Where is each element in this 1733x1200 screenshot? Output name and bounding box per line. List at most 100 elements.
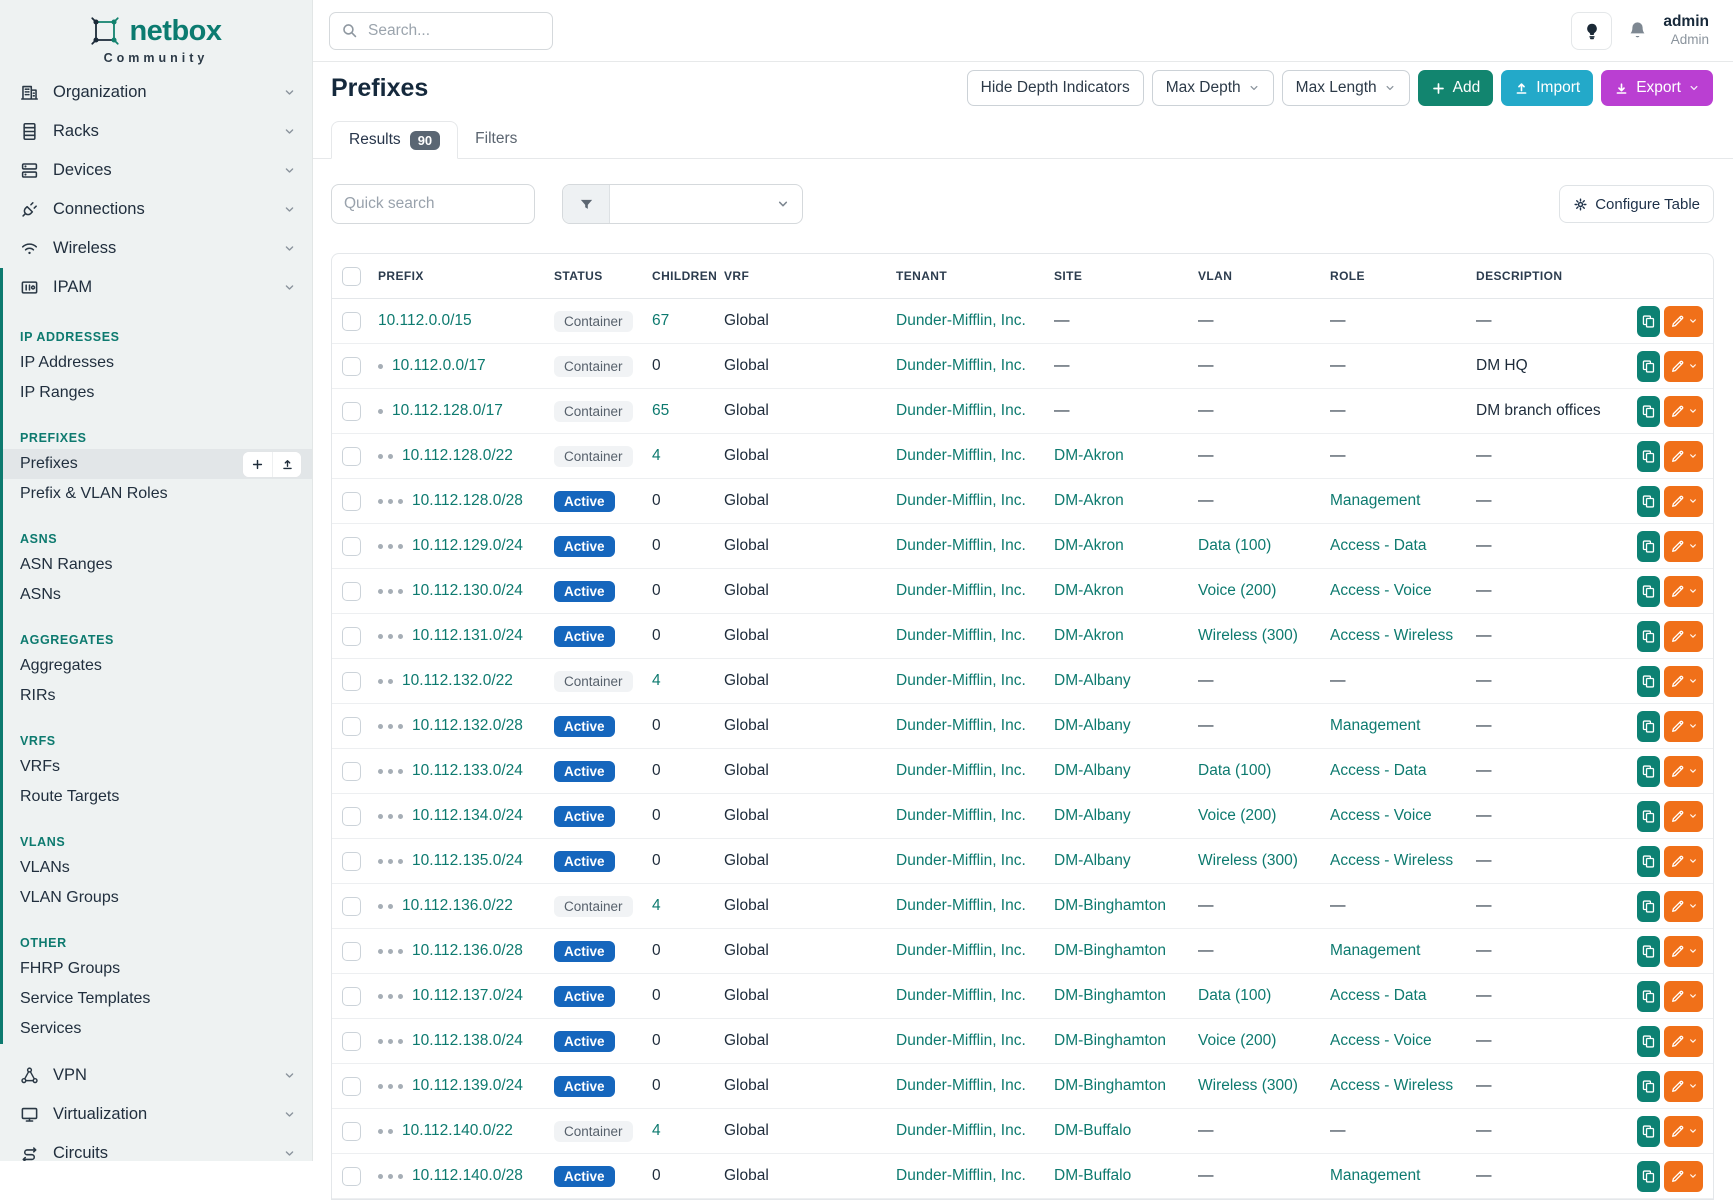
clone-button[interactable]	[1637, 846, 1660, 877]
column-header-status[interactable]: STATUS	[546, 269, 644, 283]
role-value[interactable]: Access - Wireless	[1330, 852, 1453, 869]
edit-button[interactable]	[1664, 1071, 1703, 1102]
tenant-link[interactable]: Dunder-Mifflin, Inc.	[896, 537, 1026, 554]
prefix-link[interactable]: 10.112.131.0/24	[412, 627, 523, 645]
sidebar-item-vlan-groups[interactable]: VLAN Groups	[3, 883, 312, 913]
sidebar-item-vlans[interactable]: VLANs	[3, 853, 312, 883]
search-input[interactable]	[329, 12, 553, 50]
tenant-link[interactable]: Dunder-Mifflin, Inc.	[896, 627, 1026, 644]
quick-add-button[interactable]	[243, 452, 272, 477]
tenant-link[interactable]: Dunder-Mifflin, Inc.	[896, 492, 1026, 509]
row-checkbox[interactable]	[342, 807, 361, 826]
site-value[interactable]: DM-Akron	[1054, 492, 1124, 509]
tab-results[interactable]: Results 90	[331, 121, 458, 159]
clone-button[interactable]	[1637, 1161, 1660, 1192]
sidebar-item-vpn[interactable]: VPN	[0, 1056, 312, 1095]
sidebar-item-rirs[interactable]: RIRs	[3, 681, 312, 711]
tenant-link[interactable]: Dunder-Mifflin, Inc.	[896, 312, 1026, 329]
prefix-link[interactable]: 10.112.0.0/17	[392, 357, 486, 375]
edit-button[interactable]	[1664, 666, 1703, 697]
site-value[interactable]: DM-Akron	[1054, 582, 1124, 599]
tab-filters[interactable]: Filters	[458, 120, 534, 158]
tenant-link[interactable]: Dunder-Mifflin, Inc.	[896, 717, 1026, 734]
quick-search-input[interactable]	[331, 184, 535, 224]
sidebar-item-route-targets[interactable]: Route Targets	[3, 782, 312, 812]
vlan-value[interactable]: Voice (200)	[1198, 1032, 1276, 1049]
column-header-description[interactable]: DESCRIPTION	[1468, 269, 1629, 283]
column-header-tenant[interactable]: TENANT	[888, 269, 1046, 283]
edit-button[interactable]	[1664, 351, 1703, 382]
edit-button[interactable]	[1664, 396, 1703, 427]
sidebar-item-virtualization[interactable]: Virtualization	[0, 1095, 312, 1134]
edit-button[interactable]	[1664, 711, 1703, 742]
edit-button[interactable]	[1664, 621, 1703, 652]
sidebar-item-wireless[interactable]: Wireless	[0, 229, 312, 268]
row-checkbox[interactable]	[342, 357, 361, 376]
clone-button[interactable]	[1637, 756, 1660, 787]
edit-button[interactable]	[1664, 981, 1703, 1012]
sidebar-item-circuits[interactable]: Circuits	[0, 1134, 312, 1161]
tenant-link[interactable]: Dunder-Mifflin, Inc.	[896, 1077, 1026, 1094]
row-checkbox[interactable]	[342, 447, 361, 466]
vlan-value[interactable]: Wireless (300)	[1198, 627, 1298, 644]
edit-button[interactable]	[1664, 756, 1703, 787]
role-value[interactable]: Access - Data	[1330, 762, 1426, 779]
row-checkbox[interactable]	[342, 627, 361, 646]
children-count[interactable]: 4	[652, 1122, 661, 1139]
row-checkbox[interactable]	[342, 402, 361, 421]
tenant-link[interactable]: Dunder-Mifflin, Inc.	[896, 402, 1026, 419]
hide-depth-indicators-button[interactable]: Hide Depth Indicators	[967, 70, 1144, 106]
add-button[interactable]: Add	[1418, 70, 1494, 106]
edit-button[interactable]	[1664, 936, 1703, 967]
edit-button[interactable]	[1664, 441, 1703, 472]
prefix-link[interactable]: 10.112.128.0/22	[402, 447, 513, 465]
role-value[interactable]: Access - Data	[1330, 537, 1426, 554]
prefix-link[interactable]: 10.112.0.0/15	[378, 312, 472, 330]
row-checkbox[interactable]	[342, 717, 361, 736]
edit-button[interactable]	[1664, 486, 1703, 517]
row-checkbox[interactable]	[342, 987, 361, 1006]
column-header-vlan[interactable]: VLAN	[1190, 269, 1322, 283]
clone-button[interactable]	[1637, 801, 1660, 832]
row-checkbox[interactable]	[342, 582, 361, 601]
role-value[interactable]: Access - Voice	[1330, 582, 1432, 599]
clone-button[interactable]	[1637, 1026, 1660, 1057]
column-header-role[interactable]: ROLE	[1322, 269, 1468, 283]
row-checkbox[interactable]	[342, 762, 361, 781]
clone-button[interactable]	[1637, 441, 1660, 472]
row-checkbox[interactable]	[342, 1077, 361, 1096]
clone-button[interactable]	[1637, 891, 1660, 922]
prefix-link[interactable]: 10.112.132.0/22	[402, 672, 513, 690]
vlan-value[interactable]: Voice (200)	[1198, 582, 1276, 599]
sidebar-item-organization[interactable]: Organization	[0, 73, 312, 112]
site-value[interactable]: DM-Binghamton	[1054, 942, 1166, 959]
sidebar-item-ip-addresses[interactable]: IP Addresses	[3, 348, 312, 378]
prefix-link[interactable]: 10.112.128.0/17	[392, 402, 503, 420]
prefix-link[interactable]: 10.112.140.0/28	[412, 1167, 523, 1185]
sidebar-item-service-templates[interactable]: Service Templates	[3, 984, 312, 1014]
export-dropdown[interactable]: Export	[1601, 70, 1713, 106]
clone-button[interactable]	[1637, 396, 1660, 427]
role-value[interactable]: Management	[1330, 492, 1420, 509]
sidebar-item-ipam[interactable]: IPAM	[3, 268, 312, 307]
clone-button[interactable]	[1637, 486, 1660, 517]
sidebar-item-vrfs[interactable]: VRFs	[3, 752, 312, 782]
sidebar-item-prefixes[interactable]: Prefixes	[3, 449, 312, 479]
select-all-checkbox[interactable]	[342, 267, 361, 286]
clone-button[interactable]	[1637, 531, 1660, 562]
tenant-link[interactable]: Dunder-Mifflin, Inc.	[896, 897, 1026, 914]
prefix-link[interactable]: 10.112.133.0/24	[412, 762, 523, 780]
column-header-children[interactable]: CHILDREN	[644, 269, 716, 283]
site-value[interactable]: DM-Binghamton	[1054, 1032, 1166, 1049]
prefix-link[interactable]: 10.112.128.0/28	[412, 492, 523, 510]
clone-button[interactable]	[1637, 1071, 1660, 1102]
role-value[interactable]: Management	[1330, 717, 1420, 734]
tenant-link[interactable]: Dunder-Mifflin, Inc.	[896, 1122, 1026, 1139]
vlan-value[interactable]: Data (100)	[1198, 762, 1271, 779]
role-value[interactable]: Access - Voice	[1330, 807, 1432, 824]
prefix-link[interactable]: 10.112.140.0/22	[402, 1122, 513, 1140]
edit-button[interactable]	[1664, 846, 1703, 877]
sidebar-item-ip-ranges[interactable]: IP Ranges	[3, 378, 312, 408]
max-depth-dropdown[interactable]: Max Depth	[1152, 70, 1274, 106]
row-checkbox[interactable]	[342, 852, 361, 871]
